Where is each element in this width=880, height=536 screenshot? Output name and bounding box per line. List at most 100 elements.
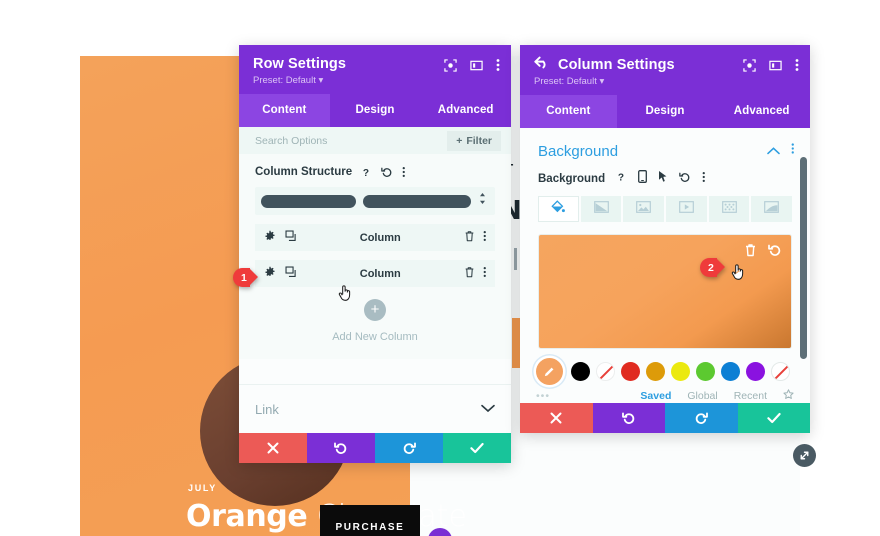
hero-kicker: JULY (188, 483, 217, 493)
add-new-column-button[interactable]: + Add New Column (255, 287, 495, 359)
gear-icon[interactable] (264, 229, 276, 247)
column-row-label: Column (359, 267, 401, 280)
kebab-menu-icon[interactable] (483, 265, 487, 283)
background-image-tab[interactable] (623, 196, 665, 222)
chevron-updown-icon[interactable] (478, 192, 487, 210)
duplicate-icon[interactable] (285, 229, 297, 247)
link-section[interactable]: Link (239, 384, 511, 433)
swatch-blue[interactable] (721, 362, 740, 381)
swatch-transparent[interactable] (771, 362, 790, 381)
layout-icon[interactable] (769, 59, 782, 72)
focus-icon[interactable] (743, 58, 756, 72)
pattern-icon (721, 200, 737, 218)
plus-icon: + (364, 299, 386, 321)
redo-button[interactable] (375, 433, 443, 463)
kebab-menu-icon[interactable] (402, 166, 406, 178)
reset-icon[interactable] (768, 243, 782, 262)
tab-advanced[interactable]: Advanced (713, 95, 810, 128)
color-palette (520, 349, 810, 385)
palette-tab-global[interactable]: Global (687, 390, 717, 402)
column-header-icon-group (743, 58, 799, 72)
tab-advanced[interactable]: Advanced (420, 94, 511, 127)
background-section-header[interactable]: Background (520, 128, 810, 170)
reset-icon[interactable] (679, 170, 691, 188)
table-row[interactable]: Column (255, 224, 495, 251)
link-section-label: Link (255, 401, 279, 417)
paint-bucket-icon (551, 199, 566, 219)
resize-handle[interactable] (793, 444, 816, 467)
search-input[interactable]: Search Options (255, 135, 327, 147)
focus-icon[interactable] (444, 58, 457, 72)
kebab-menu-icon[interactable] (795, 58, 799, 72)
duplicate-icon[interactable] (285, 265, 297, 283)
star-icon[interactable] (783, 389, 794, 403)
trash-icon[interactable] (464, 229, 475, 247)
back-arrow-icon[interactable] (534, 56, 549, 73)
row-settings-header: Row Settings Preset: Default ▾ (239, 45, 511, 94)
custom-color-swatch[interactable] (536, 358, 563, 385)
background-video-tab[interactable] (666, 196, 707, 222)
spacer (239, 359, 511, 384)
palette-footer: ••• Saved Global Recent (520, 385, 810, 403)
kebab-menu-icon[interactable] (702, 170, 706, 188)
swatch-red[interactable] (621, 362, 640, 381)
column-row-label: Column (359, 231, 401, 244)
chevron-up-icon[interactable] (766, 142, 780, 160)
tab-content[interactable]: Content (520, 95, 617, 128)
tab-design[interactable]: Design (330, 94, 421, 127)
background-color-preview[interactable] (538, 234, 792, 349)
undo-button[interactable] (592, 403, 665, 433)
background-gradient-tab[interactable] (580, 196, 622, 222)
structure-column-1 (261, 194, 356, 208)
trash-icon[interactable] (744, 243, 757, 262)
panel-scrollbar[interactable] (800, 157, 807, 359)
kebab-menu-icon[interactable] (791, 142, 795, 160)
palette-more-button[interactable]: ••• (536, 390, 624, 402)
structure-column-2 (363, 194, 471, 208)
tab-design[interactable]: Design (617, 95, 714, 128)
row-settings-tabs: Content Design Advanced (239, 94, 511, 127)
palette-tab-recent[interactable]: Recent (734, 390, 767, 402)
save-button[interactable] (737, 403, 810, 433)
undo-button[interactable] (307, 433, 375, 463)
row-settings-preset[interactable]: Preset: Default ▾ (253, 75, 497, 86)
background-pattern-tab[interactable] (708, 196, 750, 222)
trash-icon[interactable] (464, 265, 475, 283)
kebab-menu-icon[interactable] (483, 229, 487, 247)
swatch-purple[interactable] (746, 362, 765, 381)
reset-icon[interactable] (381, 166, 393, 178)
hover-pointer-icon[interactable] (658, 170, 668, 188)
mobile-icon[interactable] (638, 170, 648, 188)
background-field-label-row: Background ? (520, 170, 810, 196)
save-button[interactable] (443, 433, 511, 463)
chevron-down-icon[interactable] (481, 400, 495, 418)
hero-title-bold: Orange (186, 499, 308, 534)
purchase-button[interactable]: PURCHASE (320, 505, 420, 536)
swatch-green[interactable] (696, 362, 715, 381)
column-structure-label-row: Column Structure ? (255, 166, 495, 178)
swatch-yellow[interactable] (671, 362, 690, 381)
plus-icon: + (456, 134, 463, 147)
palette-tab-saved[interactable]: Saved (640, 390, 671, 402)
column-settings-header: Column Settings Preset: Default ▾ (520, 45, 810, 95)
redo-button[interactable] (665, 403, 738, 433)
background-mask-tab[interactable] (751, 196, 793, 222)
column-settings-tabs: Content Design Advanced (520, 95, 810, 128)
cancel-button[interactable] (239, 433, 307, 463)
background-color-tab[interactable] (538, 196, 579, 222)
column-structure-selector[interactable] (255, 187, 495, 215)
cancel-button[interactable] (520, 403, 593, 433)
layout-icon[interactable] (470, 59, 483, 72)
background-field-label: Background (538, 173, 606, 185)
tab-content[interactable]: Content (239, 94, 330, 127)
filter-button[interactable]: + Filter (447, 130, 501, 151)
kebab-menu-icon[interactable] (496, 58, 500, 72)
swatch-white[interactable] (596, 362, 615, 381)
swatch-black[interactable] (571, 362, 590, 381)
help-icon[interactable]: ? (616, 170, 627, 188)
column-settings-preset[interactable]: Preset: Default ▾ (534, 76, 796, 87)
table-row[interactable]: Column (255, 260, 495, 287)
help-icon[interactable]: ? (361, 167, 372, 178)
swatch-amber[interactable] (646, 362, 665, 381)
gear-icon[interactable] (264, 265, 276, 283)
